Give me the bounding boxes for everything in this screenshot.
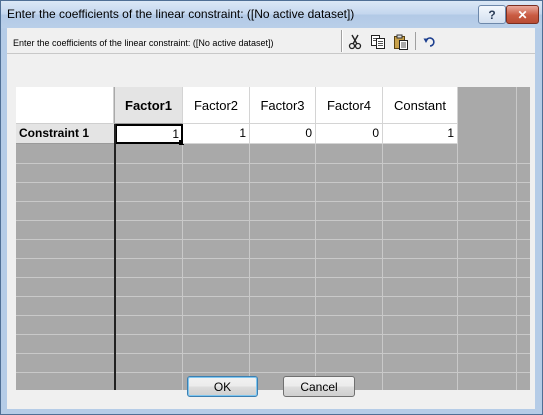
dialog-window: Enter the coefficients of the linear con… <box>0 0 543 415</box>
grid-corner <box>16 87 114 124</box>
dialog-body: Enter the coefficients of the linear con… <box>7 28 535 409</box>
grid-line <box>16 277 530 278</box>
header-bar: Enter the coefficients of the linear con… <box>7 28 535 53</box>
title-bar[interactable]: Enter the coefficients of the linear con… <box>1 1 542 28</box>
column-header-constant[interactable]: Constant <box>383 87 458 124</box>
grid-line <box>16 182 530 183</box>
grid-line <box>16 258 530 259</box>
column-header-factor3[interactable]: Factor3 <box>250 87 316 124</box>
grid-line <box>16 353 530 354</box>
toolbar-separator <box>415 32 416 50</box>
column-header-factor2[interactable]: Factor2 <box>183 87 250 124</box>
grid-line <box>16 315 530 316</box>
toolbar-separator <box>341 30 343 52</box>
undo-button[interactable] <box>421 33 439 51</box>
help-icon: ? <box>488 7 496 22</box>
grid-line <box>16 334 530 335</box>
cell-factor4[interactable]: 0 <box>316 124 383 144</box>
grid-line <box>16 296 530 297</box>
cut-button[interactable] <box>346 33 364 51</box>
grid-line <box>16 201 530 202</box>
grid-line <box>16 163 530 164</box>
cell-value: 1 <box>172 127 179 141</box>
paste-button[interactable] <box>392 33 410 51</box>
frozen-column-divider <box>114 124 116 390</box>
grid-line <box>16 220 530 221</box>
window-title: Enter the coefficients of the linear con… <box>7 7 355 21</box>
grid-line <box>16 372 530 373</box>
row-header-constraint-1[interactable]: Constraint 1 <box>16 124 114 144</box>
grid-line <box>16 239 530 240</box>
cell-constant[interactable]: 1 <box>383 124 458 144</box>
header-divider <box>7 53 535 54</box>
cut-icon <box>348 34 362 50</box>
undo-icon <box>423 37 435 47</box>
ok-button[interactable]: OK <box>187 376 258 397</box>
copy-icon <box>371 35 385 49</box>
close-button[interactable]: ✕ <box>506 5 539 24</box>
help-button[interactable]: ? <box>478 5 506 24</box>
cell-factor3[interactable]: 0 <box>250 124 316 144</box>
paste-icon <box>394 34 408 50</box>
column-header-factor4[interactable]: Factor4 <box>316 87 383 124</box>
cancel-button[interactable]: Cancel <box>283 376 355 397</box>
copy-button[interactable] <box>369 33 387 51</box>
coefficient-grid[interactable]: Factor1 Factor2 Factor3 Factor4 Constant… <box>16 87 530 390</box>
dialog-subtitle: Enter the coefficients of the linear con… <box>13 38 274 48</box>
column-header-factor1[interactable]: Factor1 <box>115 87 183 124</box>
cell-factor1[interactable]: 1 <box>115 124 184 145</box>
close-icon: ✕ <box>517 7 528 22</box>
cell-factor2[interactable]: 1 <box>183 124 250 144</box>
